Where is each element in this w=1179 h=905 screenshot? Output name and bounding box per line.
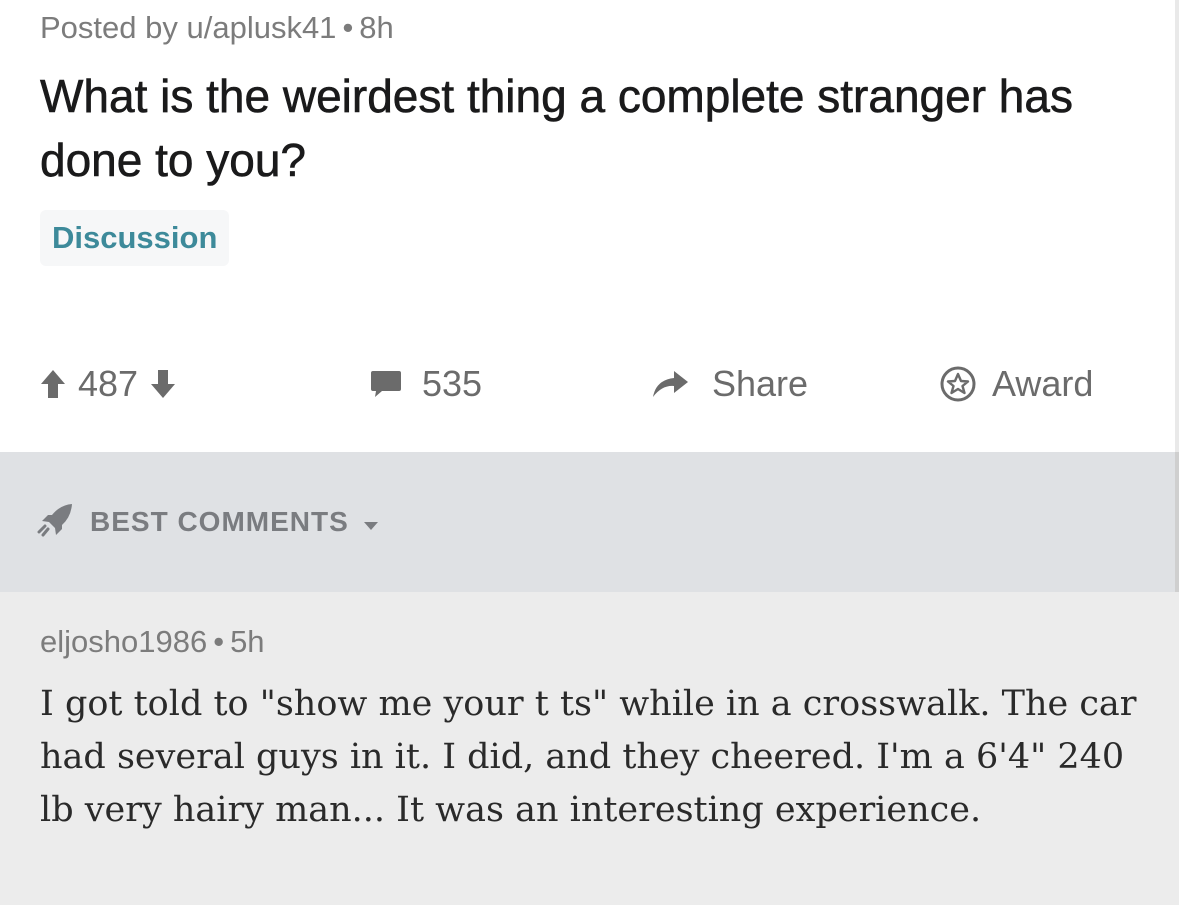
speech-bubble-icon [370,369,402,399]
post-card: Posted by u/aplusk41 • 8h What is the weir… [0,0,1179,452]
post-flair[interactable]: Discussion [40,210,230,266]
award-label: Award [992,363,1094,404]
arrow-up-icon[interactable] [40,369,66,399]
comment-age: 5h [230,624,265,659]
comments-button[interactable]: 535 [370,356,482,412]
reddit-post-page: Posted by u/aplusk41 • 8h What is the weir… [0,0,1179,905]
rocket-icon [36,501,76,544]
caret-down-icon [363,506,379,538]
vote-control: 487 [40,356,176,412]
sort-label: BEST COMMENTS [90,506,349,537]
share-arrow-icon [650,369,690,399]
comment-author[interactable]: eljosho1986 [40,624,207,659]
post-meta: Posted by u/aplusk41 • 8h [40,10,394,46]
comment-meta: eljosho1986 • 5h [40,624,265,660]
comment-body: I got told to "show me your t ts" while … [40,684,1137,830]
comment-sort-bar: BEST COMMENTS [0,452,1179,592]
meta-separator: • [213,624,225,659]
award-button[interactable]: Award [940,356,1093,412]
post-age: 8h [359,10,394,45]
share-label: Share [712,363,809,404]
arrow-down-icon[interactable] [150,369,176,399]
post-action-bar: 487 535 Share Award [40,356,1150,412]
comment: eljosho1986 • 5h I got told to "show me yo… [0,592,1179,905]
vote-count: 487 [78,363,139,404]
post-author[interactable]: Posted by u/aplusk41 [40,10,336,45]
post-title[interactable]: What is the weirdest thing a complete st… [40,64,1120,192]
award-star-icon [940,366,976,402]
comment-count: 535 [422,363,483,404]
meta-separator: • [342,10,354,45]
sort-dropdown[interactable]: BEST COMMENTS [36,502,379,542]
share-button[interactable]: Share [650,356,808,412]
